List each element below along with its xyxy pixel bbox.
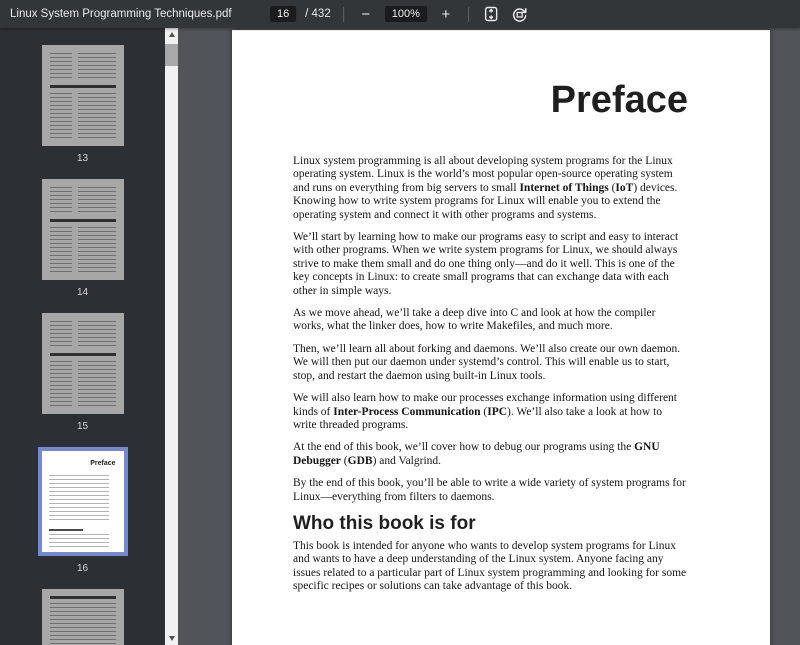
pdf-viewer-area[interactable]: Preface Linux system programming is all … (178, 28, 800, 645)
document-title: Linux System Programming Techniques.pdf (0, 8, 232, 20)
thumbnail-page-16-selected[interactable]: Preface 16 (38, 447, 128, 574)
thumbnail-label: 14 (77, 287, 88, 298)
section-heading: Who this book is for (293, 513, 688, 535)
thumbnail-image[interactable]: Preface (42, 451, 124, 552)
thumbnail-label: 13 (77, 153, 88, 164)
thumbnail-image[interactable] (42, 589, 124, 645)
thumbnail-preface-text: Preface (90, 460, 115, 467)
toolbar-divider (468, 7, 469, 22)
page-count-label: / 432 (305, 8, 331, 20)
paragraph: We will also learn how to make our proce… (293, 392, 688, 432)
paragraph: As we move ahead, we’ll take a deep dive… (293, 307, 688, 334)
paragraph: By the end of this book, you’ll be able … (293, 477, 688, 504)
thumbnail-page-13[interactable]: 13 (42, 45, 124, 164)
thumbnail-image[interactable] (42, 45, 124, 146)
thumbnail-page-15[interactable]: 15 (42, 313, 124, 432)
fit-to-page-icon[interactable] (481, 4, 501, 24)
paragraph: Linux system programming is all about de… (293, 155, 688, 222)
thumbnail-sidebar: 13 14 15 Preface 16 (0, 28, 165, 645)
page-number-input[interactable] (270, 6, 296, 22)
pdf-toolbar: Linux System Programming Techniques.pdf … (0, 0, 800, 28)
thumbnail-page-17[interactable] (42, 589, 124, 645)
thumbnail-image[interactable] (42, 179, 124, 280)
zoom-in-button[interactable]: + (436, 4, 456, 24)
pdf-page: Preface Linux system programming is all … (232, 30, 770, 645)
scroll-up-arrow-icon[interactable] (165, 28, 178, 41)
scroll-down-arrow-icon[interactable] (165, 632, 178, 645)
thumbnail-label: 16 (77, 563, 88, 574)
rotate-icon[interactable] (510, 4, 530, 24)
chapter-heading: Preface (293, 80, 688, 120)
toolbar-controls: / 432 − 100% + (270, 0, 530, 28)
thumbnail-selection-border: Preface (38, 447, 128, 556)
paragraph: We’ll start by learning how to make our … (293, 231, 688, 298)
main-content: 13 14 15 Preface 16 P (0, 28, 800, 645)
zoom-level-display: 100% (385, 6, 427, 22)
thumbnail-page-14[interactable]: 14 (42, 179, 124, 298)
paragraph: At the end of this book, we’ll cover how… (293, 441, 688, 468)
paragraph: Then, we’ll learn all about forking and … (293, 343, 688, 383)
toolbar-divider (343, 7, 344, 22)
thumbnail-image[interactable] (42, 313, 124, 414)
paragraph: This book is intended for anyone who wan… (293, 540, 688, 594)
scrollbar-thumb[interactable] (165, 44, 178, 66)
thumbnail-label: 15 (77, 421, 88, 432)
sidebar-scrollbar[interactable] (165, 28, 178, 645)
zoom-out-button[interactable]: − (356, 4, 376, 24)
